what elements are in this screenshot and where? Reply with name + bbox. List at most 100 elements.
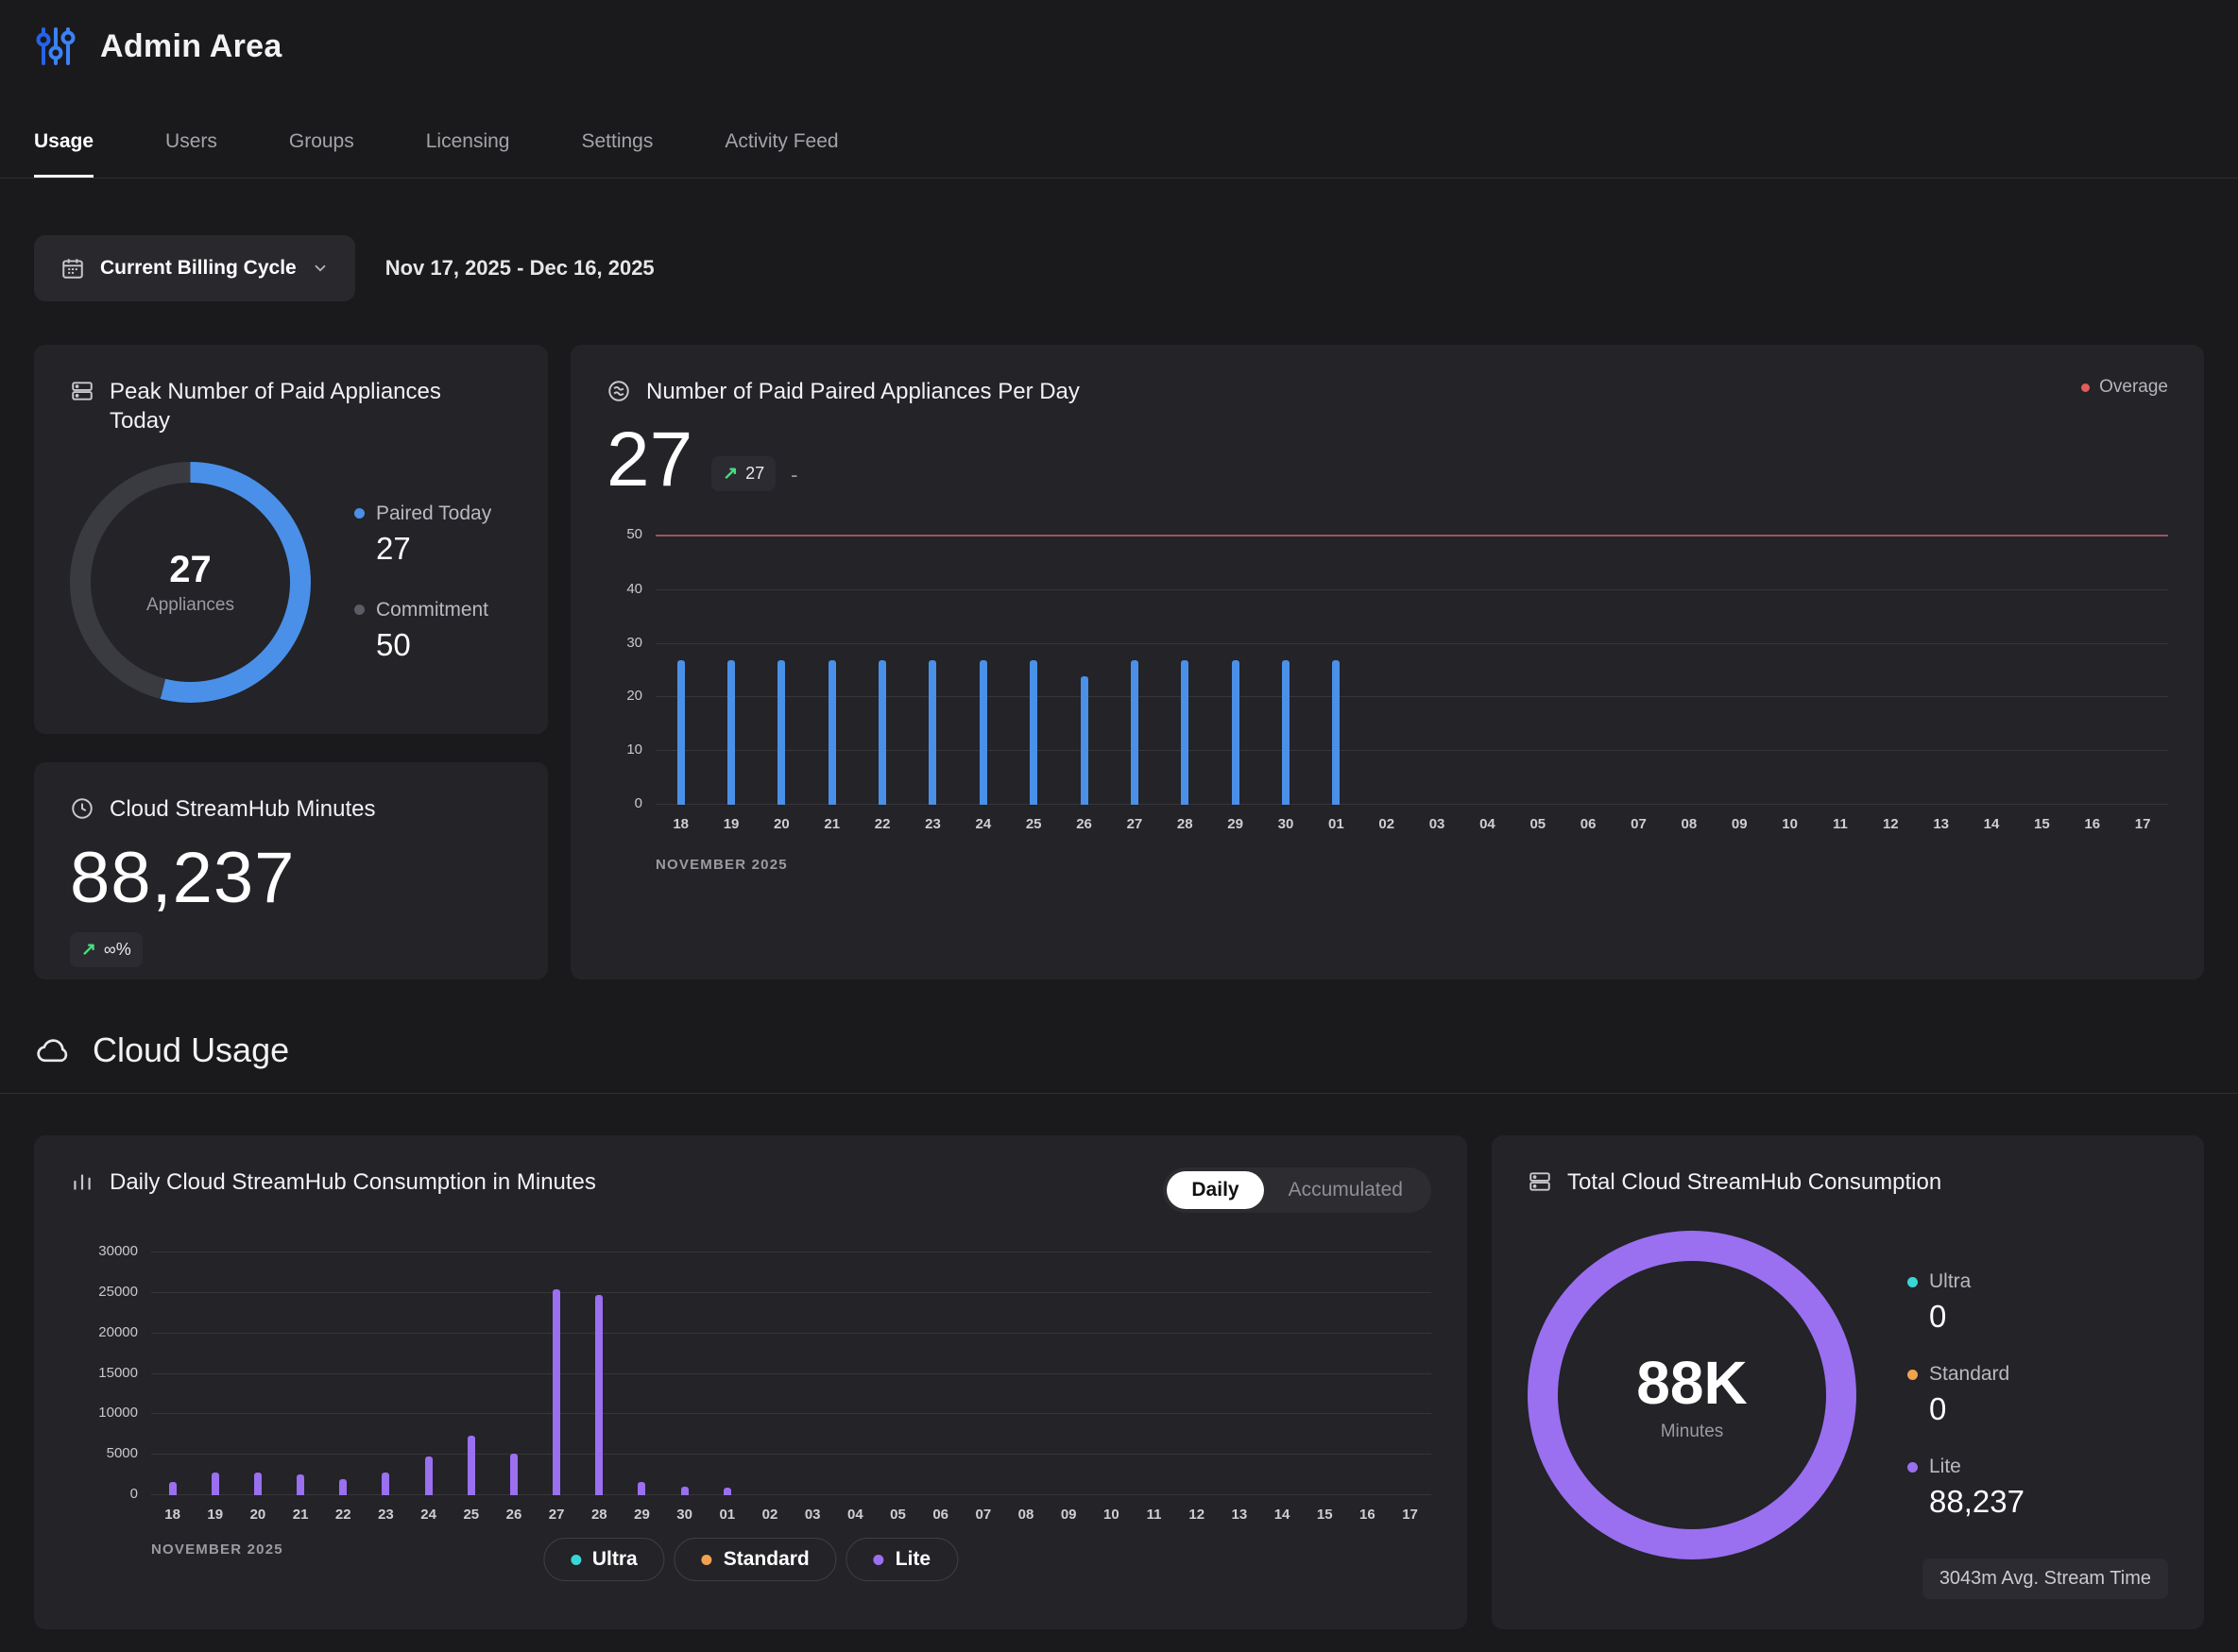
x-axis-tick: 06 [1563,816,1613,832]
y-axis-tick: 15000 [98,1365,138,1381]
y-axis-tick: 10 [626,741,642,758]
x-axis-tick: 16 [2067,816,2117,832]
legend-label: Standard [1929,1363,2009,1386]
bar [382,1473,389,1495]
tab-licensing[interactable]: Licensing [426,130,510,178]
x-axis-tick: 22 [322,1507,365,1523]
legend-pill-standard[interactable]: Standard [675,1538,837,1581]
y-axis-tick: 0 [130,1486,138,1502]
perday-card-title: Number of Paid Paired Appliances Per Day [646,377,1080,406]
legend-pill-lite[interactable]: Lite [846,1538,958,1581]
x-axis-tick: 05 [1512,816,1563,832]
legend-value: 0 [1929,1391,2024,1427]
x-axis-tick: 10 [1090,1507,1133,1523]
peak-donut-chart: 27 Appliances [70,462,311,703]
total-card-title: Total Cloud StreamHub Consumption [1567,1167,1941,1197]
minutes-card-title: Cloud StreamHub Minutes [110,794,375,824]
x-axis-tick: 25 [450,1507,492,1523]
calendar-icon [60,256,85,281]
legend-item-ultra: Ultra 0 [1907,1270,2024,1335]
trend-value: ∞% [104,940,131,960]
ultra-dot [1907,1277,1918,1287]
tab-activity-feed[interactable]: Activity Feed [725,130,838,178]
perday-trend-badge: ↗ 27 [711,456,776,491]
toggle-option-daily[interactable]: Daily [1167,1171,1263,1209]
daily-accumulated-toggle: Daily Accumulated [1163,1167,1431,1213]
y-axis-tick: 5000 [107,1445,138,1461]
total-legend: Ultra 0 Standard 0 Lit [1907,1270,2024,1520]
billing-cycle-button[interactable]: Current Billing Cycle [34,235,355,301]
total-donut-label: Minutes [1661,1422,1724,1442]
x-axis-tick: 27 [1109,816,1159,832]
trend-up-icon: ↗ [723,463,738,485]
trend-value: 27 [745,464,764,484]
tab-bar: Usage Users Groups Licensing Settings Ac… [0,130,2238,179]
toggle-option-accumulated[interactable]: Accumulated [1264,1171,1427,1209]
x-axis-tick: 14 [1260,1507,1303,1523]
tab-users[interactable]: Users [165,130,217,178]
bar [339,1479,347,1495]
cloud-usage-title: Cloud Usage [93,1030,289,1070]
x-axis-tick: 05 [877,1507,919,1523]
avg-stream-time-badge: 3043m Avg. Stream Time [1922,1558,2168,1599]
daily-month-label: NOVEMBER 2025 [151,1541,283,1558]
bar [254,1473,262,1495]
x-axis-tick: 23 [365,1507,407,1523]
bar [879,660,886,805]
x-axis-tick: 07 [1614,816,1664,832]
bar [1131,660,1138,805]
x-axis-tick: 08 [1004,1507,1047,1523]
legend-item-lite: Lite 88,237 [1907,1456,2024,1520]
bar [553,1289,560,1495]
tab-groups[interactable]: Groups [289,130,354,178]
bar [929,660,936,805]
legend-pill-ultra[interactable]: Ultra [543,1538,665,1581]
x-axis-tick: 21 [280,1507,322,1523]
x-axis-tick: 23 [908,816,958,832]
x-axis-tick: 20 [236,1507,279,1523]
bar [727,660,735,805]
x-axis-tick: 11 [1815,816,1865,832]
streamhub-minutes-card: Cloud StreamHub Minutes 88,237 ↗ ∞% [34,762,548,979]
x-axis-tick: 04 [834,1507,877,1523]
x-axis-tick: 28 [578,1507,621,1523]
top-card-grid: Peak Number of Paid Appliances Today 27 … [34,345,2204,979]
bar [425,1456,433,1495]
overage-legend: Overage [2081,377,2168,398]
bar [638,1482,645,1495]
y-axis-tick: 30 [626,635,642,651]
x-axis-tick: 27 [536,1507,578,1523]
lite-dot [1907,1462,1918,1473]
legend-item-commitment: Commitment 50 [354,599,491,663]
bottom-card-grid: Daily Cloud StreamHub Consumption in Min… [34,1135,2204,1629]
paired-per-day-card: Number of Paid Paired Appliances Per Day… [571,345,2204,979]
x-axis-tick: 16 [1346,1507,1389,1523]
page-title: Admin Area [100,28,282,65]
x-axis-tick: 30 [663,1507,706,1523]
cloud-usage-section-header: Cloud Usage [34,1030,2204,1070]
x-axis-tick: 25 [1009,816,1059,832]
bar [510,1454,518,1495]
daily-bar-chart: 050001000015000200002500030000 181920212… [151,1252,1431,1523]
bar [1232,660,1239,805]
legend-pill-label: Ultra [592,1548,638,1571]
perday-big-value: 27 [606,421,692,499]
legend-value: 50 [376,627,491,663]
y-axis-tick: 40 [626,581,642,597]
daily-consumption-card: Daily Cloud StreamHub Consumption in Min… [34,1135,1467,1629]
y-axis-tick: 20 [626,688,642,704]
tab-settings[interactable]: Settings [581,130,653,178]
minutes-trend-badge: ↗ ∞% [70,932,143,967]
perday-month-label: NOVEMBER 2025 [656,857,2168,873]
x-axis-tick: 15 [1304,1507,1346,1523]
peak-card-title: Peak Number of Paid Appliances Today [110,377,487,435]
tab-usage[interactable]: Usage [34,130,94,178]
legend-label: Ultra [1929,1270,1971,1293]
x-axis-tick: 29 [621,1507,663,1523]
y-axis-tick: 30000 [98,1243,138,1259]
trend-up-icon: ↗ [81,939,96,961]
legend-pill-label: Standard [724,1548,810,1571]
cloud-icon [34,1031,72,1069]
bar [980,660,987,805]
x-axis-tick: 28 [1160,816,1210,832]
